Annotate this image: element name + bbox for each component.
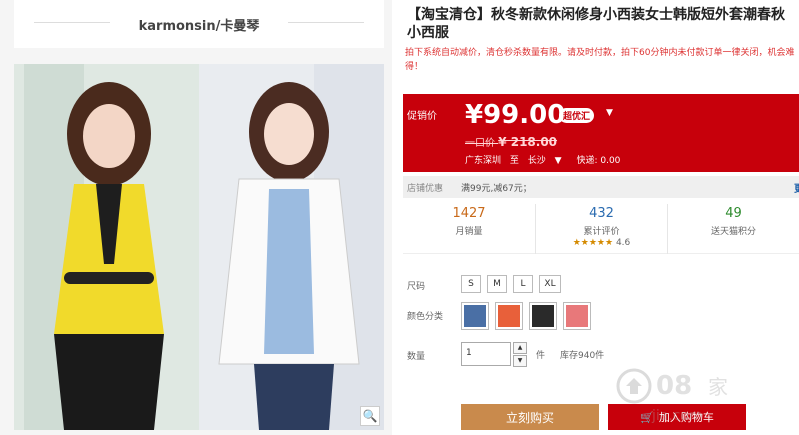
color-label: 颜色分类 bbox=[407, 312, 444, 322]
rating-stars: ★★★★★ 4.6 bbox=[536, 238, 667, 248]
product-photo[interactable]: 🔍 bbox=[14, 64, 384, 430]
store-name-bar: karmonsin/卡曼琴 bbox=[14, 0, 384, 48]
product-title: 【淘宝清仓】秋冬新款休闲修身小西装女士韩版短外套潮春秋 bbox=[407, 7, 785, 23]
store-panel: karmonsin/卡曼琴 🔍 bbox=[0, 0, 392, 435]
size-option-s[interactable]: S bbox=[461, 275, 481, 293]
promo-price-label: 促销价 bbox=[407, 111, 437, 122]
ship-to-city: 长沙 bbox=[527, 156, 546, 166]
shipping-fee: 快递: 0.00 bbox=[576, 156, 621, 166]
size-option-l[interactable]: L bbox=[513, 275, 533, 293]
watermark-text: jia.com bbox=[651, 408, 703, 424]
promo-badge[interactable]: 超优汇 bbox=[559, 108, 595, 123]
quantity-unit: 件 bbox=[536, 351, 546, 361]
star-icon: ★★★★★ bbox=[572, 238, 614, 248]
store-name[interactable]: karmonsin/卡曼琴 bbox=[14, 15, 384, 34]
price-box: 促销价 ¥99.00 超优汇 ▼ 一口价 ¥ 218.00 广东深圳 至 长沙 … bbox=[403, 94, 799, 172]
quantity-increase-button[interactable]: ▲ bbox=[513, 342, 527, 354]
size-option-xl[interactable]: XL bbox=[539, 275, 561, 293]
stat-label: 月销量 bbox=[455, 227, 483, 237]
original-price-label: 一口价 bbox=[465, 138, 495, 149]
ship-from: 广东深圳 bbox=[465, 156, 502, 166]
chevron-down-icon: ▼ bbox=[554, 156, 562, 166]
divider bbox=[288, 22, 364, 23]
ship-to-label: 至 bbox=[509, 156, 519, 166]
zoom-icon[interactable]: 🔍 bbox=[360, 406, 380, 426]
shop-promo-more-link[interactable]: 更 bbox=[794, 180, 799, 195]
size-label: 尺码 bbox=[407, 282, 426, 292]
shop-promo-text: 满99元,减67元； bbox=[461, 184, 532, 194]
stat-value: 432 bbox=[589, 206, 614, 221]
color-option-blue[interactable] bbox=[461, 302, 489, 330]
quantity-input[interactable]: 1 bbox=[461, 342, 511, 366]
chevron-down-icon[interactable]: ▼ bbox=[606, 108, 613, 118]
size-option-m[interactable]: M bbox=[487, 275, 507, 293]
stat-monthly-sales: 1427 月销量 bbox=[403, 204, 535, 254]
stock-count: 库存940件 bbox=[560, 351, 605, 361]
color-option-pink[interactable] bbox=[563, 302, 591, 330]
shop-promo-label: 店铺优惠 bbox=[407, 184, 444, 194]
quantity-label: 数量 bbox=[407, 352, 426, 362]
shipping-line: 广东深圳 至 长沙 ▼ 快递: 0.00 bbox=[465, 153, 626, 166]
stat-value: 49 bbox=[725, 206, 742, 221]
svg-text:08: 08 bbox=[656, 371, 692, 401]
product-subtitle: 拍下系统自动减价，清仓秒杀数量有限。请及时付款，拍下60分钟内未付款订单一律关闭… bbox=[405, 48, 795, 72]
stat-label: 送天猫积分 bbox=[710, 227, 756, 237]
buy-now-button[interactable]: 立刻购买 bbox=[461, 404, 599, 430]
color-option-black[interactable] bbox=[529, 302, 557, 330]
stat-value: 1427 bbox=[452, 206, 486, 221]
original-price: 一口价 ¥ 218.00 bbox=[465, 134, 557, 149]
rating-value: 4.6 bbox=[615, 238, 631, 248]
stat-reviews[interactable]: 432 累计评价 ★★★★★ 4.6 bbox=[535, 204, 667, 254]
promo-price: ¥99.00 bbox=[465, 100, 566, 130]
product-photo-art bbox=[14, 64, 384, 430]
shop-promo-row: 店铺优惠 满99元,减67元； 更 bbox=[403, 176, 799, 198]
stat-label: 累计评价 bbox=[583, 227, 620, 237]
stats-bar: 1427 月销量 432 累计评价 ★★★★★ 4.6 49 送天猫积分 bbox=[403, 204, 799, 254]
product-title-line2: 小西服 bbox=[407, 25, 449, 41]
color-option-orange[interactable] bbox=[495, 302, 523, 330]
svg-text:家: 家 bbox=[708, 375, 728, 399]
quantity-decrease-button[interactable]: ▼ bbox=[513, 355, 527, 367]
stat-points: 49 送天猫积分 bbox=[667, 204, 799, 254]
ship-to-select[interactable]: 长沙 ▼ bbox=[528, 156, 568, 166]
original-price-value: ¥ 218.00 bbox=[498, 135, 558, 149]
watermark-logo: 08 家 jia.com bbox=[616, 368, 728, 424]
